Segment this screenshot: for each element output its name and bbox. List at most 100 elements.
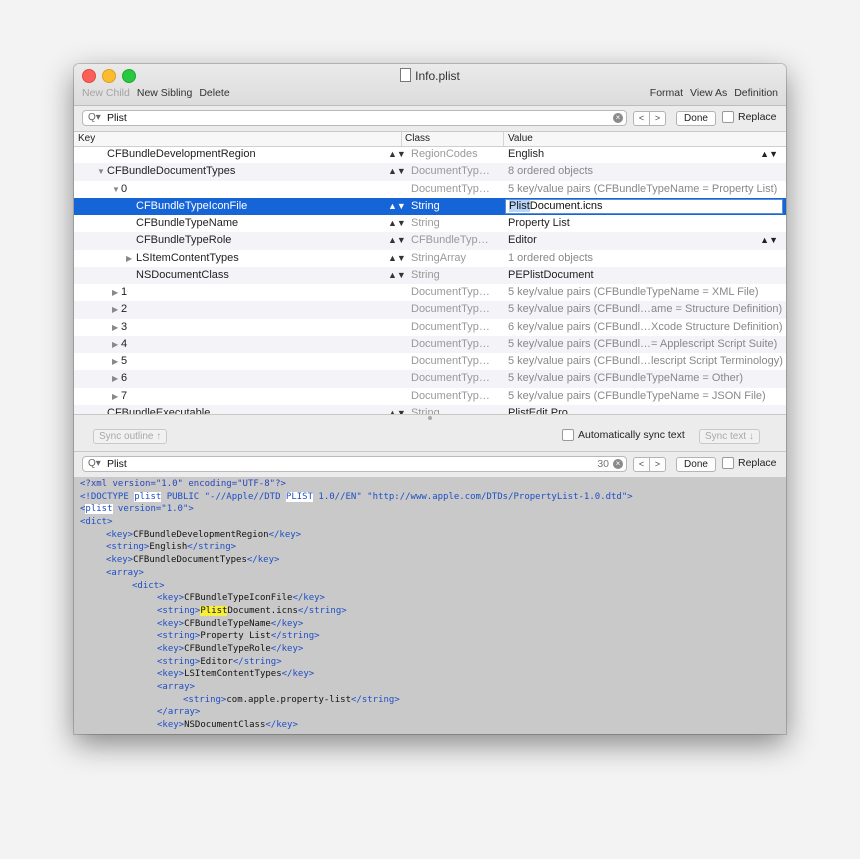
disclosure-closed-icon[interactable]: ▶ (112, 319, 118, 336)
outline-rows: CFBundleDevelopmentRegion ▲▼ RegionCodes… (74, 146, 786, 414)
row-value: 5 key/value pairs (CFBundl…ame = Structu… (508, 303, 783, 316)
row-value-popup[interactable]: English ▲▼ (508, 146, 778, 163)
updown-arrows-icon[interactable]: ▲▼ (388, 405, 406, 414)
source-tag: <dict> (132, 580, 165, 591)
disclosure-closed-icon[interactable]: ▶ (112, 284, 118, 301)
row-value: 5 key/value pairs (CFBundl…lescript Scri… (508, 355, 783, 367)
source-tag: <string> (157, 656, 201, 667)
text-search-text: Plist (107, 458, 127, 470)
outline-row[interactable]: CFBundleTypeRole ▲▼ CFBundleTyp… Editor ▲… (74, 232, 786, 250)
search-icon[interactable]: Q▾ (88, 111, 101, 125)
column-divider[interactable] (503, 132, 504, 146)
replace-label: Replace (738, 457, 777, 469)
row-class: DocumentTyp… (411, 303, 490, 316)
sync-text-button[interactable]: Sync text ↓ (699, 429, 760, 444)
outline-row[interactable]: ▼ 0 DocumentTyp… 5 key/value pairs (CFBu… (74, 181, 786, 198)
column-class[interactable]: Class (405, 133, 430, 144)
format-button[interactable]: Format (650, 87, 683, 99)
clear-search-icon[interactable]: × (613, 113, 623, 123)
new-sibling-button[interactable]: New Sibling (137, 87, 192, 99)
new-child-button[interactable]: New Child (82, 87, 130, 99)
row-class: DocumentTyp… (411, 355, 490, 367)
row-key: CFBundleTypeRole (136, 234, 232, 247)
row-class: String (411, 268, 440, 281)
disclosure-open-icon[interactable]: ▼ (97, 163, 105, 180)
updown-arrows-icon[interactable]: ▲▼ (388, 232, 406, 249)
sync-bar: Sync outline ↑ Automatically sync text S… (74, 414, 786, 452)
column-key[interactable]: Key (78, 133, 95, 144)
sync-outline-button[interactable]: Sync outline ↑ (93, 429, 168, 444)
disclosure-open-icon[interactable]: ▼ (112, 181, 120, 198)
column-value[interactable]: Value (508, 133, 533, 144)
updown-arrows-icon[interactable]: ▲▼ (388, 250, 406, 267)
outline-row[interactable]: ▶ LSItemContentTypes ▲▼ StringArray 1 or… (74, 250, 786, 267)
auto-sync-checkbox[interactable] (562, 429, 574, 441)
source-line: <string>English</string> (80, 541, 786, 554)
disclosure-closed-icon[interactable]: ▶ (112, 370, 118, 387)
outline-row[interactable]: ▶ 4 DocumentTyp… 5 key/value pairs (CFBu… (74, 335, 786, 353)
delete-button[interactable]: Delete (199, 87, 229, 99)
outline-row[interactable]: ▶ 1 DocumentTyp… 5 key/value pairs (CFBu… (74, 284, 786, 301)
disclosure-closed-icon[interactable]: ▶ (112, 301, 118, 318)
row-value: 5 key/value pairs (CFBundleTypeName = XM… (508, 286, 759, 298)
outline-row[interactable]: ▶ 5 DocumentTyp… 5 key/value pairs (CFBu… (74, 353, 786, 370)
split-view-grip[interactable] (428, 416, 432, 420)
outline-row[interactable]: NSDocumentClass ▲▼ String PEPlistDocumen… (74, 266, 786, 284)
window-title-text: Info.plist (415, 69, 460, 83)
row-key: NSDocumentClass (136, 268, 229, 281)
replace-checkbox[interactable] (722, 111, 734, 123)
replace-checkbox[interactable] (722, 457, 734, 469)
outline-row-selected[interactable]: CFBundleTypeIconFile ▲▼ String PlistDocu… (74, 197, 786, 215)
disclosure-closed-icon[interactable]: ▶ (126, 250, 132, 267)
outline-row[interactable]: ▶ 6 DocumentTyp… 5 key/value pairs (CFBu… (74, 370, 786, 388)
column-divider[interactable] (401, 132, 402, 146)
text-search-input[interactable]: Q▾ Plist 30 × (82, 456, 627, 472)
search-icon[interactable]: Q▾ (88, 457, 101, 471)
disclosure-closed-icon[interactable]: ▶ (112, 336, 118, 353)
find-previous-button[interactable]: < (634, 112, 649, 125)
auto-sync-option[interactable]: Automatically sync text (562, 429, 685, 441)
outline-row[interactable]: ▼ CFBundleDocumentTypes ▲▼ DocumentTyp… … (74, 163, 786, 181)
outline-row[interactable]: CFBundleDevelopmentRegion ▲▼ RegionCodes… (74, 146, 786, 163)
source-text: CFBundleTypeRole (184, 643, 271, 654)
window-title: Info.plist (74, 68, 786, 83)
row-value: Editor (508, 234, 537, 247)
updown-arrows-icon[interactable]: ▲▼ (388, 215, 406, 232)
disclosure-closed-icon[interactable]: ▶ (112, 353, 118, 370)
outline-row[interactable]: CFBundleTypeName ▲▼ String Property List (74, 215, 786, 232)
source-tag: </key> (292, 593, 325, 604)
updown-arrows-icon[interactable]: ▲▼ (388, 163, 406, 180)
outline-done-button[interactable]: Done (676, 111, 716, 126)
outline-column-header: Key Class Value (74, 132, 786, 147)
find-previous-button[interactable]: < (634, 458, 649, 471)
value-edit-field[interactable]: PlistDocument.icns (505, 198, 783, 214)
text-replace-option[interactable]: Replace (722, 457, 777, 469)
outline-row[interactable]: ▶ 2 DocumentTyp… 5 key/value pairs (CFBu… (74, 301, 786, 319)
source-tag: <key> (157, 669, 185, 680)
row-class: DocumentTyp… (411, 286, 490, 298)
source-tag: </key> (270, 643, 304, 654)
disclosure-closed-icon[interactable]: ▶ (112, 388, 118, 405)
toolbar-right: Format View As Definition (650, 87, 778, 99)
row-value-popup[interactable]: Editor ▲▼ (508, 232, 778, 249)
outline-replace-option[interactable]: Replace (722, 111, 777, 123)
row-value: 1 ordered objects (508, 251, 593, 264)
source-line: </array> (80, 706, 786, 719)
outline-search-input[interactable]: Q▾ Plist × (82, 110, 627, 126)
outline-row[interactable]: ▶ 3 DocumentTyp… 6 key/value pairs (CFBu… (74, 319, 786, 336)
outline-row[interactable]: ▶ 7 DocumentTyp… 5 key/value pairs (CFBu… (74, 388, 786, 405)
xml-source-editor[interactable]: <?xml version="1.0" encoding="UTF-8"?> <… (74, 477, 786, 734)
plist-outline: Key Class Value CFBundleDevelopmentRegio… (74, 132, 786, 414)
updown-arrows-icon[interactable]: ▲▼ (388, 146, 406, 163)
find-next-button[interactable]: > (649, 112, 665, 125)
definition-button[interactable]: Definition (734, 87, 778, 99)
outline-row[interactable]: CFBundleExecutable ▲▼ String PlistEdit P… (74, 404, 786, 414)
row-value: 8 ordered objects (508, 165, 593, 178)
clear-search-icon[interactable]: × (613, 459, 623, 469)
updown-arrows-icon[interactable]: ▲▼ (388, 198, 406, 215)
find-next-button[interactable]: > (649, 458, 665, 471)
updown-arrows-icon[interactable]: ▲▼ (388, 267, 406, 284)
text-done-button[interactable]: Done (676, 457, 716, 472)
view-as-button[interactable]: View As (690, 87, 727, 99)
value-edit-text: Document.icns (529, 199, 603, 212)
